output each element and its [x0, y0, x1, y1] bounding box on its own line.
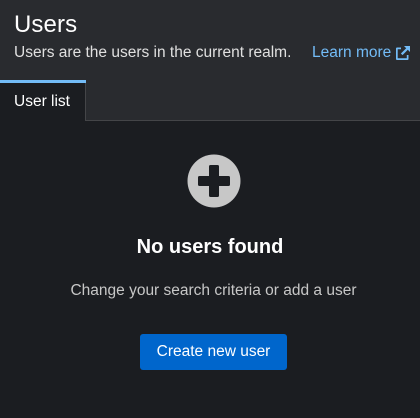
external-link-icon — [395, 45, 411, 61]
page-subtitle: Users are the users in the current realm… — [14, 44, 292, 61]
active-tab-indicator — [0, 80, 86, 83]
create-new-user-button[interactable]: Create new user — [140, 334, 287, 370]
empty-state: No users found Change your search criter… — [0, 121, 420, 418]
page-header: Users Users are the users in the current… — [0, 0, 420, 80]
empty-state-body: Change your search criteria or add a use… — [70, 282, 357, 299]
tab-user-list[interactable]: User list — [0, 80, 86, 121]
learn-more-label: Learn more — [312, 44, 392, 61]
tab-user-list-label: User list — [14, 93, 70, 110]
page-title: Users — [14, 11, 78, 38]
empty-state-title: No users found — [136, 236, 284, 258]
learn-more-link[interactable]: Learn more — [312, 43, 411, 63]
plus-circle-icon — [187, 154, 241, 208]
